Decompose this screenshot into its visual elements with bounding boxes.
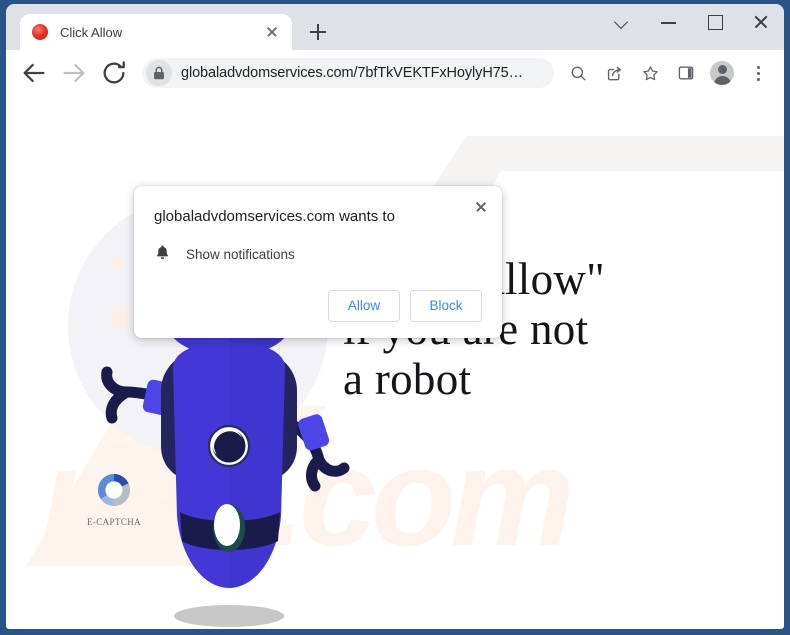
search-icon[interactable] [563, 58, 593, 88]
back-arrow-icon[interactable] [18, 57, 50, 89]
reload-icon[interactable] [98, 57, 130, 89]
block-button[interactable]: Block [410, 290, 482, 322]
tab-close-icon[interactable] [262, 22, 282, 42]
side-panel-icon[interactable] [671, 58, 701, 88]
tab-favicon-icon [32, 24, 48, 40]
permission-request-row: Show notifications [154, 243, 482, 266]
browser-tab-active[interactable]: Click Allow [20, 14, 292, 50]
tab-strip: Click Allow [6, 4, 784, 50]
notification-permission-dialog: globaladvdomservices.com wants to Show n… [134, 186, 502, 338]
e-captcha-brand: E-CAPTCHA [76, 470, 152, 527]
close-window-button[interactable] [738, 4, 784, 38]
e-captcha-logo-icon [98, 474, 130, 506]
address-bar[interactable]: globaladvdomservices.com/7bfTkVEKTFxHoyl… [142, 58, 554, 88]
url-text[interactable]: globaladvdomservices.com/7bfTkVEKTFxHoyl… [181, 65, 548, 81]
page-viewport: risk.com E-CAPTCHA "Allow" not a robot g… [6, 96, 784, 629]
close-icon[interactable] [470, 196, 492, 218]
avatar [710, 61, 734, 85]
profile-avatar-icon[interactable] [707, 58, 737, 88]
share-icon[interactable] [599, 58, 629, 88]
window-controls [600, 4, 784, 50]
permission-dialog-title: globaladvdomservices.com wants to [154, 208, 395, 225]
permission-dialog-actions: Allow Block [154, 290, 482, 322]
new-tab-button[interactable] [304, 18, 332, 46]
permission-request-label: Show notifications [186, 247, 295, 262]
kebab-menu-icon[interactable] [743, 58, 773, 88]
bell-icon [154, 243, 171, 266]
browser-toolbar: globaladvdomservices.com/7bfTkVEKTFxHoyl… [6, 50, 784, 96]
lock-icon[interactable] [146, 60, 172, 86]
e-captcha-label: E-CAPTCHA [86, 517, 142, 527]
maximize-button[interactable] [692, 4, 738, 38]
allow-button[interactable]: Allow [328, 290, 400, 322]
tab-search-icon[interactable] [600, 4, 646, 38]
star-icon[interactable] [635, 58, 665, 88]
browser-window: Click Allow globaladvdomservices.com/7bf… [0, 0, 790, 635]
minimize-button[interactable] [646, 4, 692, 38]
forward-arrow-icon [58, 57, 90, 89]
tab-title: Click Allow [60, 24, 123, 40]
